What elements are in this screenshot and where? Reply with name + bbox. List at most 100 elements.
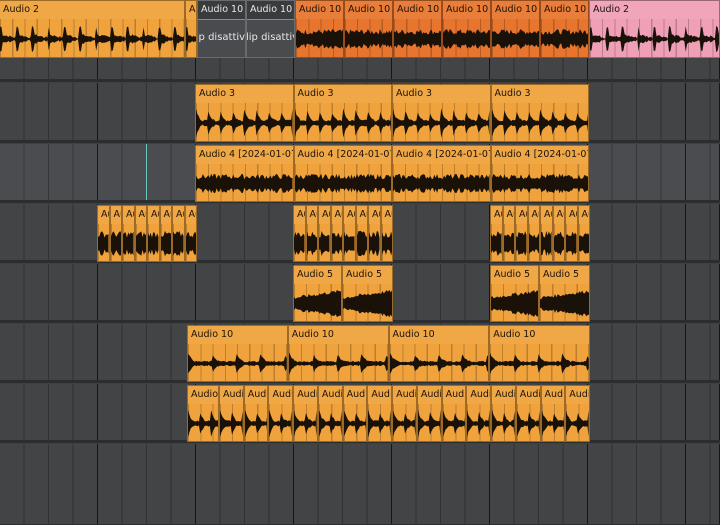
- audio-clip[interactable]: Au: [184, 205, 197, 262]
- audio-clip[interactable]: Audio 5: [293, 265, 342, 322]
- audio-clip[interactable]: Audio 4 [2024-01-07 1813: [490, 145, 589, 202]
- arrangement-view[interactable]: Audio 2AuAudio 10Clip disattivatoAudio 1…: [0, 0, 720, 525]
- audio-clip[interactable]: Audio 2: [589, 0, 720, 58]
- audio-clip[interactable]: Audio: [565, 385, 590, 442]
- audio-clip[interactable]: Audio 10: [540, 0, 589, 58]
- audio-clip[interactable]: Au: [185, 0, 197, 58]
- audio-clip[interactable]: Au: [109, 205, 122, 262]
- audio-clip[interactable]: Audio: [367, 385, 393, 442]
- audio-clip[interactable]: Au: [159, 205, 172, 262]
- waveform: [540, 290, 589, 317]
- audio-clip[interactable]: Audio 3: [195, 84, 294, 142]
- disabled-audio-clip[interactable]: Audio 10 Clip disattivato: [246, 0, 295, 58]
- audio-clip[interactable]: Audio: [293, 385, 318, 442]
- waveform: [123, 231, 134, 256]
- audio-clip[interactable]: Audio: [441, 385, 467, 442]
- audio-clip[interactable]: Audio 5: [539, 265, 590, 322]
- clip-name: Audio 10: [299, 4, 342, 15]
- audio-clip[interactable]: Au: [305, 205, 318, 262]
- audio-clip[interactable]: Au: [380, 205, 393, 262]
- audio-clip[interactable]: Audio 10: [491, 0, 540, 58]
- clip-name: Audio: [519, 389, 540, 400]
- audio-clip[interactable]: Audio: [392, 385, 417, 442]
- audio-clip[interactable]: Audio 3: [293, 84, 392, 142]
- waveform-path: [491, 290, 538, 317]
- clip-name: Audio 10: [348, 4, 391, 15]
- audio-clip[interactable]: Audio: [219, 385, 244, 442]
- audio-clip[interactable]: Au: [343, 205, 356, 262]
- audio-clip[interactable]: Audio: [243, 385, 269, 442]
- audio-clip[interactable]: Au: [355, 205, 368, 262]
- clip-name: Audio: [470, 389, 490, 400]
- audio-clip[interactable]: Audio: [317, 385, 343, 442]
- audio-clip[interactable]: Au: [318, 205, 331, 262]
- audio-clip[interactable]: Audio 10: [287, 325, 389, 382]
- audio-clip[interactable]: Au: [490, 205, 503, 262]
- track-lane-8[interactable]: [0, 444, 720, 525]
- clip-name: Au: [581, 209, 590, 220]
- disabled-audio-clip[interactable]: Audio 10 Clip disattivato: [197, 0, 246, 58]
- audio-clip[interactable]: Audio 5: [490, 265, 539, 322]
- audio-clip[interactable]: Au: [172, 205, 185, 262]
- waveform: [417, 409, 441, 438]
- audio-clip[interactable]: Audio: [342, 385, 368, 442]
- audio-clip[interactable]: Au: [330, 205, 343, 262]
- audio-clip[interactable]: Audio: [515, 385, 541, 442]
- audio-clip[interactable]: Au: [527, 205, 540, 262]
- audio-clip[interactable]: Audio 10: [393, 0, 442, 58]
- audio-clip[interactable]: Audio: [491, 385, 516, 442]
- audio-clip[interactable]: Audio 10: [187, 325, 288, 382]
- audio-clip[interactable]: Audio 10: [442, 0, 491, 58]
- waveform: [528, 232, 539, 255]
- audio-clip[interactable]: Audio 10: [388, 325, 490, 382]
- audio-clip[interactable]: Audio 5: [342, 265, 393, 322]
- waveform: [541, 230, 552, 257]
- audio-clip[interactable]: Au: [97, 205, 110, 262]
- waveform-path: [492, 29, 539, 49]
- audio-clip[interactable]: Audio 4: [187, 385, 219, 442]
- clip-name: Audio 5: [494, 269, 531, 280]
- audio-clip[interactable]: Au: [502, 205, 515, 262]
- audio-clip[interactable]: Audio 4 [2024-01-07 1813: [293, 145, 392, 202]
- audio-clip[interactable]: Audio 3: [392, 84, 491, 142]
- audio-clip[interactable]: Au: [552, 205, 565, 262]
- waveform: [196, 173, 293, 194]
- audio-clip[interactable]: Audio 10: [295, 0, 344, 58]
- audio-clip[interactable]: Audio: [268, 385, 294, 442]
- audio-clip[interactable]: Au: [565, 205, 578, 262]
- audio-clip[interactable]: Au: [540, 205, 553, 262]
- waveform-path: [553, 231, 564, 256]
- audio-clip[interactable]: Audio 10: [489, 325, 590, 382]
- waveform: [516, 231, 527, 256]
- audio-clip[interactable]: Au: [147, 205, 160, 262]
- waveform-path: [98, 231, 109, 256]
- clip-name: Audio: [346, 389, 367, 400]
- clip-disabled-text: Clip disattivato: [198, 32, 246, 43]
- waveform-path: [590, 25, 719, 53]
- audio-clip[interactable]: Au: [293, 205, 306, 262]
- clip-name: Audio: [247, 389, 268, 400]
- audio-clip[interactable]: Audio 3: [490, 84, 589, 142]
- audio-clip[interactable]: Au: [515, 205, 528, 262]
- insert-marker[interactable]: [146, 144, 147, 200]
- audio-clip[interactable]: Audio: [540, 385, 566, 442]
- waveform-path: [541, 410, 565, 437]
- audio-clip[interactable]: Audio 10: [344, 0, 393, 58]
- audio-clip[interactable]: Au: [577, 205, 590, 262]
- waveform: [186, 27, 196, 51]
- waveform-path: [196, 108, 293, 138]
- audio-clip[interactable]: Audio 2: [0, 0, 185, 58]
- clip-name: Audio 2: [3, 4, 40, 15]
- audio-clip[interactable]: Au: [134, 205, 147, 262]
- clip-name: Au: [519, 209, 527, 220]
- audio-clip[interactable]: Audio 4 [2024-01-07 1813: [392, 145, 491, 202]
- audio-clip[interactable]: Audio: [416, 385, 442, 442]
- audio-clip[interactable]: Audio: [466, 385, 492, 442]
- waveform: [442, 410, 466, 437]
- clip-name: Audio 4 [2024-01-07 1813: [297, 149, 392, 160]
- waveform-path: [540, 290, 589, 317]
- audio-clip[interactable]: Audio 4 [2024-01-07 1813: [195, 145, 294, 202]
- waveform-path: [389, 353, 489, 374]
- audio-clip[interactable]: Au: [368, 205, 381, 262]
- audio-clip[interactable]: Au: [122, 205, 135, 262]
